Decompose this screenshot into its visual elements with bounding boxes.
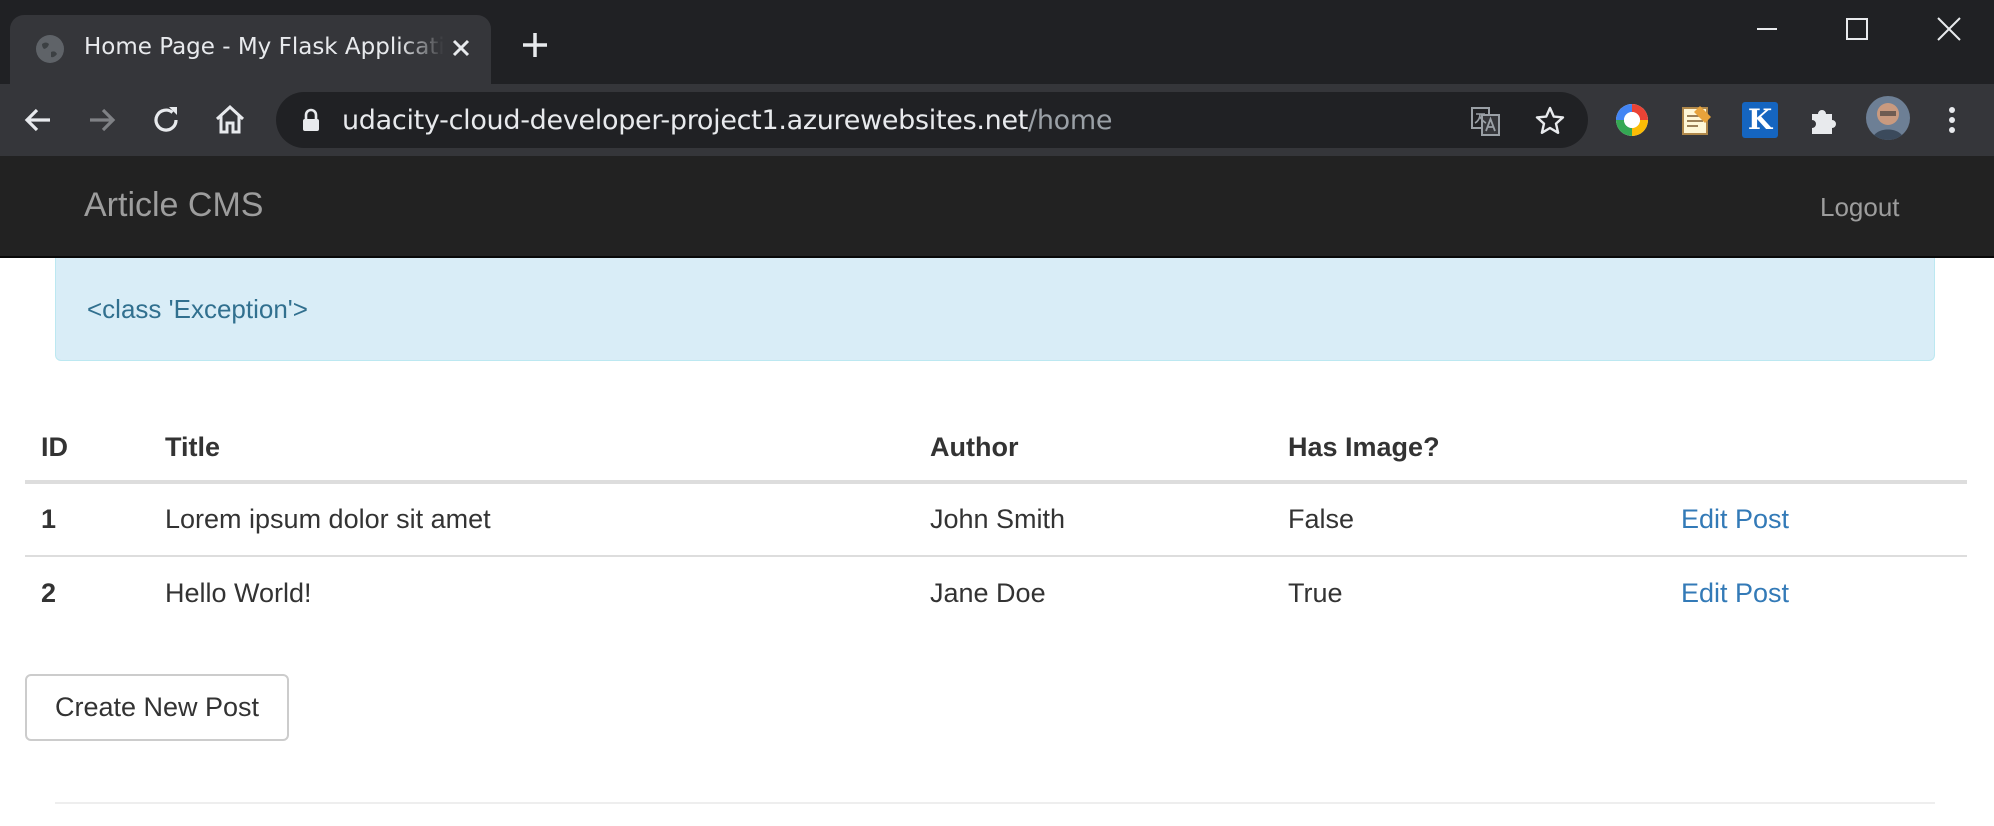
header-has-image: Has Image? [1272,415,1665,484]
row-author: John Smith [930,504,1066,534]
url-host: udacity-cloud-developer-project1.azurewe… [342,105,1029,136]
alert-message: <class 'Exception'> [87,294,308,324]
browser-tab[interactable]: Home Page - My Flask Application [10,15,491,84]
row-title: Lorem ipsum dolor sit amet [165,504,491,534]
more-vert-icon[interactable] [1934,102,1970,138]
maximize-icon[interactable] [1842,14,1872,44]
edit-post-link[interactable]: Edit Post [1681,504,1789,534]
row-actions-cell: Edit Post [1665,482,1967,556]
browser-tab-strip: Home Page - My Flask Application [0,0,1994,84]
tab-title: Home Page - My Flask Application [84,34,444,60]
table-row: 2 Hello World! Jane Doe True Edit Post [25,555,1967,630]
row-title: Hello World! [149,555,914,630]
translate-icon[interactable] [1470,105,1502,137]
brand-link[interactable]: Article CMS [84,186,263,225]
url-text[interactable]: udacity-cloud-developer-project1.azurewe… [342,105,1113,136]
tab-title-fade [400,29,444,69]
address-bar[interactable]: udacity-cloud-developer-project1.azurewe… [276,92,1588,148]
extension-k-letter: K [1747,103,1773,136]
reload-icon[interactable] [148,102,184,138]
browser-toolbar: udacity-cloud-developer-project1.azurewe… [0,84,1994,156]
edit-post-link[interactable]: Edit Post [1681,578,1789,608]
row-has-image: False [1288,504,1355,534]
header-title: Title [149,415,914,484]
logout-link[interactable]: Logout [1820,192,1900,223]
site-navbar: Article CMS Logout [0,156,1994,258]
bookmark-star-icon[interactable] [1534,105,1566,137]
extension-compass-icon[interactable] [1614,102,1650,138]
posts-table: ID Title Author Has Image? 1 Lorem ipsum… [25,415,1967,630]
footer-divider [55,802,1935,804]
close-icon[interactable] [446,33,476,63]
forward-arrow-icon[interactable] [84,102,120,138]
row-has-image: True [1272,555,1665,630]
lock-icon[interactable] [300,108,322,132]
extension-notepad-icon[interactable] [1678,102,1714,138]
minimize-icon[interactable] [1752,14,1782,44]
back-arrow-icon[interactable] [20,102,56,138]
header-author: Author [914,415,1272,484]
table-row: 1 Lorem ipsum dolor sit amet John Smith … [25,482,1967,556]
row-id: 2 [25,555,149,630]
close-window-icon[interactable] [1934,14,1964,44]
profile-avatar[interactable] [1866,96,1910,140]
create-new-post-button[interactable]: Create New Post [25,674,289,741]
extensions-puzzle-icon[interactable] [1806,102,1842,138]
extension-k-icon[interactable]: K [1742,102,1778,138]
header-id: ID [25,415,149,484]
row-author: Jane Doe [914,555,1272,630]
row-actions-cell: Edit Post [1665,555,1967,630]
row-id: 1 [41,504,57,534]
new-tab-plus-icon[interactable] [520,30,550,60]
url-path: /home [1028,105,1113,136]
info-alert: <class 'Exception'> [55,258,1935,361]
table-header-row: ID Title Author Has Image? [25,415,1967,484]
home-icon[interactable] [212,102,248,138]
globe-icon [36,35,64,63]
header-actions [1665,415,1967,484]
